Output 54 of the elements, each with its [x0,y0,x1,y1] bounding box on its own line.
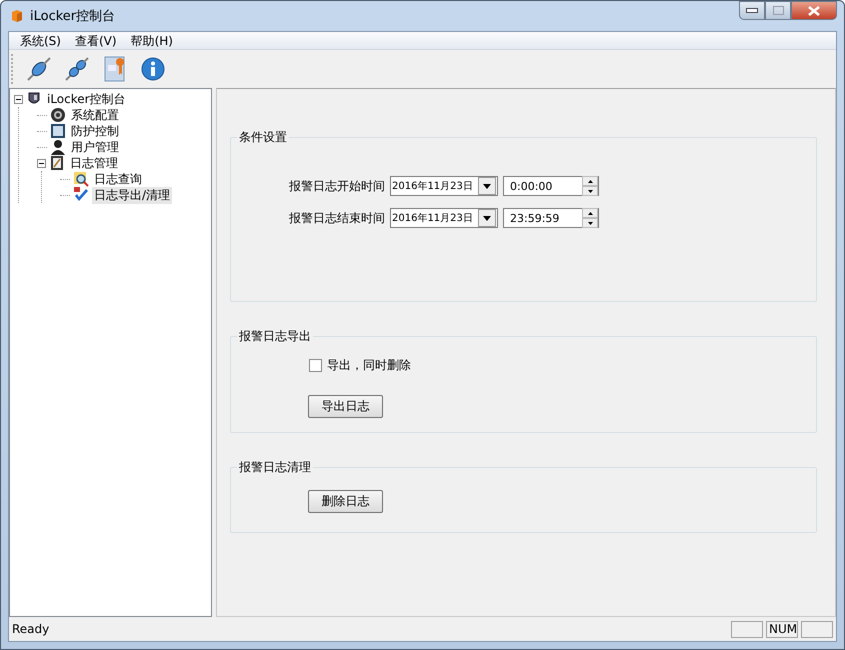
collapse-icon[interactable] [14,94,23,104]
spin-down-button[interactable] [582,186,598,196]
checkbox-label: 导出，同时删除 [327,357,411,374]
dropdown-icon [483,216,491,220]
down-arrow-icon [588,222,592,224]
export-button[interactable]: 导出日志 [308,395,383,418]
time-field[interactable]: 0:00:00 [503,176,599,196]
tree-item[interactable]: iLocker控制台 [45,90,128,108]
time-field[interactable]: 23:59:59 [503,208,599,228]
tree-item[interactable]: 防护控制 [69,122,121,140]
checkmark-icon [73,187,89,203]
tree-item[interactable]: 系统配置 [69,106,121,124]
panel-icon [50,123,66,139]
close-button[interactable] [791,1,837,20]
user-icon [50,139,66,155]
collapse-icon[interactable] [37,158,46,168]
close-icon [808,6,820,16]
tree-item[interactable]: 日志导出/清理 [92,186,172,204]
group-title: 报警日志清理 [238,459,312,476]
menu-item[interactable]: 系统(S) [13,32,68,49]
checkbox[interactable] [309,359,322,372]
maximize-button[interactable] [765,1,791,20]
menu-item[interactable]: 帮助(H) [124,32,180,49]
up-arrow-icon [588,180,592,182]
delete-button[interactable]: 删除日志 [308,490,383,513]
spin-up-button[interactable] [582,176,598,186]
date-picker[interactable]: 2016年11月23日 [390,208,498,228]
status-pane [801,620,833,638]
spin-down-button[interactable] [582,218,598,228]
down-arrow-icon [588,190,592,192]
up-arrow-icon [588,212,592,214]
field-label: 报警日志结束时间 [289,210,385,226]
status-text: Ready [12,622,50,636]
window-title: iLocker控制台 [30,8,116,25]
field-label: 报警日志开始时间 [289,178,385,194]
menu-item[interactable]: 查看(V) [68,32,124,49]
status-pane [731,620,763,638]
notebook-icon [49,155,65,171]
gear-icon [50,107,66,123]
tree-item[interactable]: 日志管理 [68,154,120,172]
date-picker[interactable]: 2016年11月23日 [390,176,498,196]
tree-item[interactable]: 用户管理 [69,138,121,156]
group-title: 条件设置 [238,129,288,146]
tree-item[interactable]: 日志查询 [92,170,144,188]
info-icon[interactable] [139,55,167,83]
status-pane: NUM [766,620,798,638]
unplug-icon[interactable] [63,55,91,83]
dropdown-icon [483,184,491,188]
magnifier-icon [73,171,89,187]
spin-up-button[interactable] [582,208,598,218]
minimize-button[interactable] [739,1,765,20]
group-title: 报警日志导出 [238,328,312,345]
app-icon [10,9,24,23]
plug-icon[interactable] [25,55,53,83]
